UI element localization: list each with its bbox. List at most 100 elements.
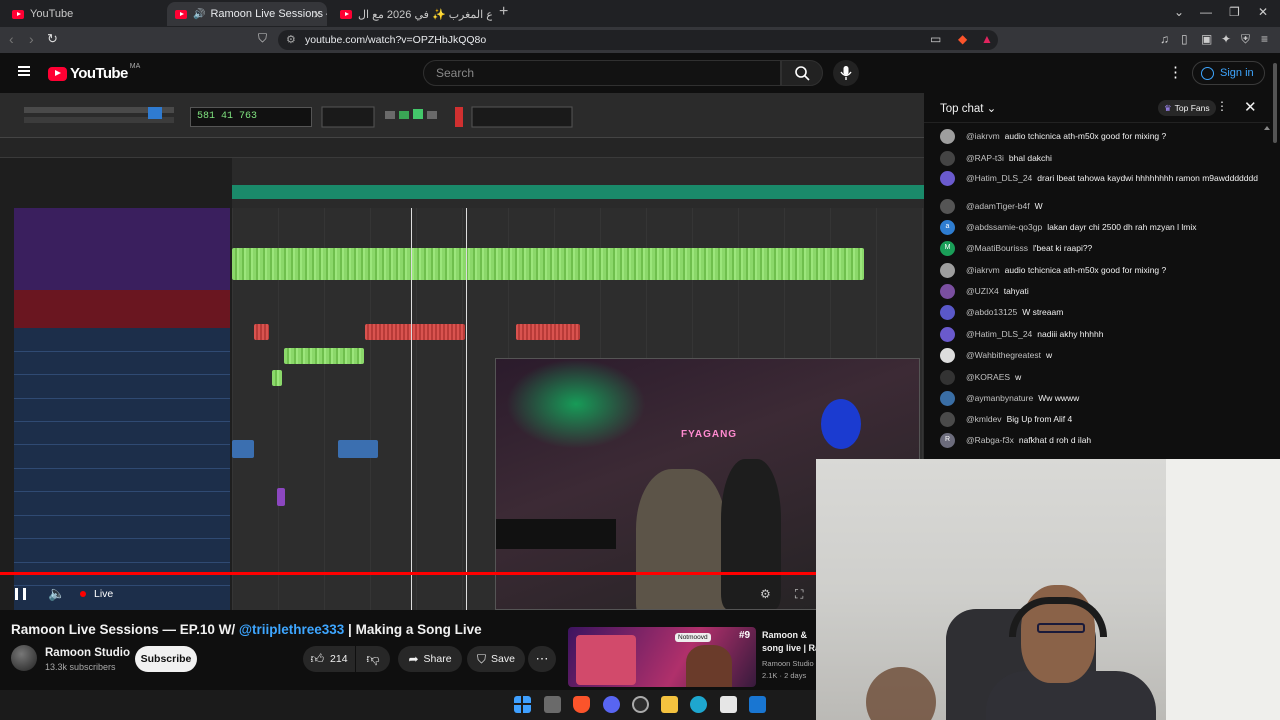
explorer-icon[interactable] [661,696,678,713]
search-input[interactable] [436,66,766,80]
tab-search-icon[interactable]: ⌄ [1174,5,1184,19]
bookmark-icon[interactable]: ⛉ [258,31,267,46]
chat-username[interactable]: @abdssamie-qo3gp [966,222,1042,232]
maximize-icon[interactable]: ❐ [1229,5,1240,19]
youtube-logo[interactable]: YouTube MA [48,63,140,82]
chat-username[interactable]: @RAP-t3i [966,153,1004,163]
site-info-icon[interactable]: ⚙ [286,33,296,46]
daw-playhead [411,208,412,610]
fullscreen-icon[interactable]: ⛶ [795,587,803,602]
chat-more-icon[interactable]: ⋮ [1216,99,1228,113]
rewards-icon[interactable]: ▲ [981,32,993,46]
settings-icon[interactable]: ⚙ [760,587,771,601]
wallet-icon[interactable]: ▣ [1201,32,1212,46]
guide-menu-icon[interactable] [18,66,30,76]
chat-avatar[interactable] [940,305,955,320]
vpn-icon[interactable]: ⛨ [1241,32,1250,47]
chrome-icon[interactable] [632,696,649,713]
mention-link[interactable]: @triiplethree333 [239,622,344,637]
vocal-clip-waveform [232,248,864,280]
chat-avatar[interactable] [940,348,955,363]
chat-username[interactable]: @adamTiger-b4f [966,201,1030,211]
sign-in-button[interactable]: Sign in [1192,61,1265,85]
chat-avatar[interactable] [940,199,955,214]
chat-username[interactable]: @kmldev [966,414,1002,424]
brave-icon[interactable] [573,696,590,713]
save-button[interactable]: ⛉ Save [467,646,525,672]
channel-name[interactable]: Ramoon Studio [45,647,130,659]
recommended-title[interactable]: Ramoon & song live | Ra [762,629,816,655]
live-progress-bar[interactable] [0,572,816,575]
close-tab-icon[interactable]: × [313,7,321,22]
extensions-icon[interactable]: ✦ [1221,32,1231,46]
chat-avatar[interactable] [940,370,955,385]
chat-username[interactable]: @Rabga-f3x [966,435,1014,445]
recommended-thumbnail[interactable]: Notmoovd #9 [568,627,756,687]
mail-icon[interactable] [749,696,766,713]
store-icon[interactable] [720,696,737,713]
video-player[interactable]: 581 41 763 FYAGANG Ra [0,93,924,610]
share-button[interactable]: ➦ Share [398,646,462,672]
chat-username[interactable]: @Hatim_DLS_24 [966,173,1032,183]
minimize-icon[interactable]: — [1200,5,1212,19]
new-tab-icon[interactable]: + [499,3,508,21]
settings-more-icon[interactable]: ⋮ [1168,63,1183,81]
chat-username[interactable]: @KORAES [966,372,1010,382]
task-view-icon[interactable] [544,696,561,713]
dislike-button[interactable]: 👎︎ [356,646,390,672]
chat-avatar[interactable] [940,151,955,166]
chat-avatar[interactable]: R [940,433,955,448]
chat-username[interactable]: @iakrvm [966,265,1000,275]
chat-username[interactable]: @aymanbynature [966,393,1033,403]
live-label[interactable]: Live [94,588,113,600]
browser-tab-ramoon[interactable]: 🔊 Ramoon Live Sessions — EP.10 × [167,2,327,26]
browser-tab-morocco[interactable]: اجمل مزارع المغرب ✨ في 2026 مع ال… [332,2,492,26]
top-fans-button[interactable]: ♛ Top Fans [1158,100,1216,116]
close-window-icon[interactable]: ✕ [1258,5,1268,19]
subscribe-button[interactable]: Subscribe [135,646,197,672]
reload-icon[interactable]: ↻ [47,31,58,47]
channel-avatar[interactable] [11,645,37,671]
brave-shield-icon[interactable]: ◆ [958,32,967,46]
discord-icon[interactable] [603,696,620,713]
cast-icon[interactable]: ▭ [930,32,941,46]
menu-icon[interactable]: ≡ [1261,32,1268,46]
search-button[interactable] [781,60,823,86]
chat-avatar[interactable]: M [940,241,955,256]
chat-avatar[interactable] [940,391,955,406]
sidebar-icon[interactable]: ▯ [1181,32,1188,46]
search-box[interactable] [423,60,781,86]
pause-icon[interactable] [15,588,26,600]
chat-text: lakan dayr chi 2500 dh rah mzyan l lmix [1047,222,1197,232]
chat-scrollbar[interactable] [1262,126,1270,456]
more-actions-button[interactable]: ⋯ [528,646,556,672]
chat-username[interactable]: @UZIX4 [966,286,999,296]
chat-username[interactable]: @iakrvm [966,131,1000,141]
windows-icon[interactable] [514,696,531,713]
url-field[interactable]: ⚙ youtube.com/watch?v=OPZHbJkQQ8o [278,30,998,50]
like-button[interactable]: 👍︎ 214 [303,646,355,672]
chat-username[interactable]: @Hatim_DLS_24 [966,329,1032,339]
media-icon[interactable]: ♫ [1160,32,1169,46]
close-chat-icon[interactable]: ✕ [1244,98,1257,116]
chat-avatar[interactable] [940,284,955,299]
chat-avatar[interactable] [940,412,955,427]
audio-clip [338,440,378,458]
chat-mode-dropdown[interactable]: Top chat ⌄ [940,101,996,115]
page-scrollbar[interactable] [1270,53,1280,459]
chat-avatar[interactable] [940,263,955,278]
chat-username[interactable]: @abdo13125 [966,307,1017,317]
chat-avatar[interactable]: a [940,220,955,235]
volume-icon[interactable]: 🔈 [48,585,65,602]
forward-icon[interactable]: › [29,31,34,47]
chat-avatar[interactable] [940,171,955,186]
edge-icon[interactable] [690,696,707,713]
chat-username[interactable]: @MaatiBourisss [966,243,1028,253]
back-icon[interactable]: ‹ [9,31,14,47]
chat-username[interactable]: @Wahbithegreatest [966,350,1041,360]
chat-avatar[interactable] [940,129,955,144]
voice-search-button[interactable] [833,60,859,86]
browser-tab-youtube[interactable]: YouTube [4,2,164,26]
chat-avatar[interactable] [940,327,955,342]
recommended-video[interactable]: Notmoovd #9 Ramoon & song live | Ra Ramo… [568,627,816,687]
